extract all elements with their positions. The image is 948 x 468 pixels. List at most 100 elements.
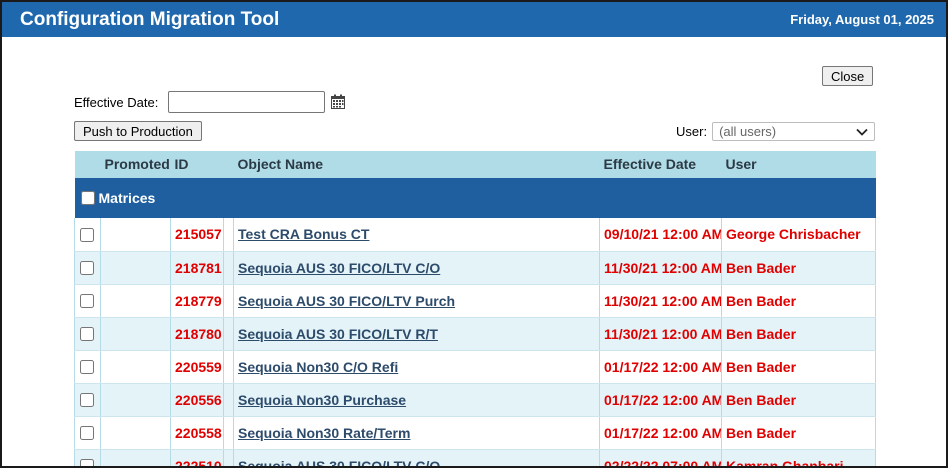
promoted-cell	[100, 350, 171, 384]
table-row[interactable]: 215057 Test CRA Bonus CT 09/10/21 12:00 AM…	[74, 218, 876, 252]
promoted-cell	[100, 317, 171, 351]
row-select-cell	[74, 383, 101, 417]
row-select-cell	[74, 284, 101, 318]
id-cell: 220558	[170, 416, 224, 450]
promoted-cell	[100, 449, 171, 466]
group-select-checkbox[interactable]	[80, 190, 95, 205]
user-cell: Ben Bader	[721, 317, 876, 351]
row-select-checkbox[interactable]	[80, 426, 94, 441]
table-header-row: Promoted ID Object Name Effective Date U…	[74, 151, 876, 178]
user-cell: Kamran Ghanbari	[721, 449, 876, 466]
table-row[interactable]: 220556 Sequoia Non30 Purchase 01/17/22 12:…	[74, 383, 876, 417]
object-name-link[interactable]: Sequoia AUS 30 FICO/LTV Purch	[238, 293, 455, 309]
effective-date-input[interactable]	[168, 91, 326, 113]
object-name-cell: Sequoia Non30 Purchase	[233, 383, 600, 417]
effective-date-cell: 11/30/21 12:00 AM	[599, 251, 722, 285]
spacer-cell	[223, 449, 234, 466]
row-select-checkbox[interactable]	[80, 327, 94, 342]
id-cell: 218780	[170, 317, 224, 351]
table-row[interactable]: 218781 Sequoia AUS 30 FICO/LTV C/O 11/30/2…	[74, 251, 876, 285]
user-filter: User: (all users)	[676, 122, 876, 141]
table-row[interactable]: 218780 Sequoia AUS 30 FICO/LTV R/T 11/30/2…	[74, 317, 876, 351]
user-cell: Ben Bader	[721, 251, 876, 285]
spacer-cell	[223, 350, 234, 384]
object-name-link[interactable]: Sequoia AUS 30 FICO/LTV R/T	[238, 326, 438, 342]
row-select-checkbox[interactable]	[80, 261, 94, 276]
object-name-cell: Sequoia AUS 30 FICO/LTV Purch	[233, 284, 600, 318]
row-select-cell	[74, 218, 101, 252]
spacer-cell	[223, 251, 234, 285]
object-name-link[interactable]: Sequoia Non30 Purchase	[238, 392, 406, 408]
row-select-cell	[74, 416, 101, 450]
id-cell: 215057	[170, 218, 224, 252]
app-window: Configuration Migration Tool Friday, Aug…	[0, 0, 948, 468]
user-select-value: (all users)	[719, 124, 777, 139]
push-to-production-button[interactable]: Push to Production	[74, 121, 202, 141]
title-bar: Configuration Migration Tool Friday, Aug…	[2, 2, 946, 37]
id-cell: 222510	[170, 449, 224, 466]
row-select-cell	[74, 449, 101, 466]
object-name-cell: Sequoia AUS 30 FICO/LTV R/T	[233, 317, 600, 351]
row-select-cell	[74, 317, 101, 351]
user-cell: George Chrisbacher	[721, 218, 876, 252]
current-date: Friday, August 01, 2025	[790, 12, 934, 27]
promoted-cell	[100, 218, 171, 252]
promoted-cell	[100, 251, 171, 285]
promoted-cell	[100, 416, 171, 450]
user-cell: Ben Bader	[721, 383, 876, 417]
row-select-checkbox[interactable]	[80, 393, 94, 408]
object-name-cell: Sequoia AUS 30 FICO/LTV C/O	[233, 449, 600, 467]
id-cell: 220556	[170, 383, 224, 417]
effective-date-cell: 09/10/21 12:00 AM	[599, 218, 722, 252]
object-name-link[interactable]: Sequoia AUS 30 FICO/LTV C/O	[238, 260, 440, 276]
spacer-cell	[223, 317, 234, 351]
id-cell: 218779	[170, 284, 224, 318]
object-name-cell: Sequoia AUS 30 FICO/LTV C/O	[233, 251, 600, 285]
effective-date-cell: 01/17/22 12:00 AM	[599, 383, 722, 417]
user-cell: Ben Bader	[721, 284, 876, 318]
column-header-effective-date[interactable]: Effective Date	[599, 151, 722, 178]
object-name-link[interactable]: Sequoia Non30 C/O Refi	[238, 359, 398, 375]
user-cell: Ben Bader	[721, 350, 876, 384]
table-row[interactable]: 222510 Sequoia AUS 30 FICO/LTV C/O 02/22/2…	[74, 449, 876, 467]
user-select[interactable]: (all users)	[712, 122, 876, 141]
column-header-select	[74, 151, 101, 178]
app-title: Configuration Migration Tool	[20, 8, 280, 30]
table-row[interactable]: 218779 Sequoia AUS 30 FICO/LTV Purch 11/30…	[74, 284, 876, 318]
chevron-down-icon	[856, 128, 868, 136]
effective-date-cell: 11/30/21 12:00 AM	[599, 284, 722, 318]
migration-table: Promoted ID Object Name Effective Date U…	[74, 151, 876, 467]
row-select-checkbox[interactable]	[80, 459, 94, 466]
effective-date-cell: 02/22/22 07:00 AM	[599, 449, 722, 466]
row-select-checkbox[interactable]	[80, 294, 94, 309]
object-name-cell: Sequoia Non30 C/O Refi	[233, 350, 600, 384]
row-select-checkbox[interactable]	[80, 228, 94, 243]
row-select-checkbox[interactable]	[80, 360, 94, 375]
spacer-cell	[223, 284, 234, 318]
object-name-link[interactable]: Test CRA Bonus CT	[238, 226, 369, 242]
table-row[interactable]: 220558 Sequoia Non30 Rate/Term 01/17/22 12…	[74, 416, 876, 450]
effective-date-cell: 11/30/21 12:00 AM	[599, 317, 722, 351]
object-name-cell: Test CRA Bonus CT	[233, 218, 600, 252]
column-header-user[interactable]: User	[721, 151, 876, 178]
object-name-cell: Sequoia Non30 Rate/Term	[233, 416, 600, 450]
spacer-cell	[223, 416, 234, 450]
effective-date-cell: 01/17/22 12:00 AM	[599, 416, 722, 450]
column-header-id[interactable]: ID	[170, 151, 224, 178]
promoted-cell	[100, 383, 171, 417]
object-name-link[interactable]: Sequoia Non30 Rate/Term	[238, 425, 410, 441]
column-header-spacer	[223, 151, 234, 178]
object-name-link[interactable]: Sequoia AUS 30 FICO/LTV C/O	[238, 458, 440, 467]
column-header-object-name[interactable]: Object Name	[233, 151, 600, 178]
row-select-cell	[74, 350, 101, 384]
close-button[interactable]: Close	[822, 66, 874, 86]
user-cell: Ben Bader	[721, 416, 876, 450]
id-cell: 218781	[170, 251, 224, 285]
effective-date-label: Effective Date:	[74, 94, 159, 110]
table-row[interactable]: 220559 Sequoia Non30 C/O Refi 01/17/22 12:…	[74, 350, 876, 384]
group-label: Matrices	[98, 189, 156, 206]
column-header-promoted[interactable]: Promoted	[100, 151, 171, 178]
row-select-cell	[74, 251, 101, 285]
calendar-icon[interactable]	[330, 94, 346, 110]
group-row-matrices: Matrices	[74, 177, 876, 218]
